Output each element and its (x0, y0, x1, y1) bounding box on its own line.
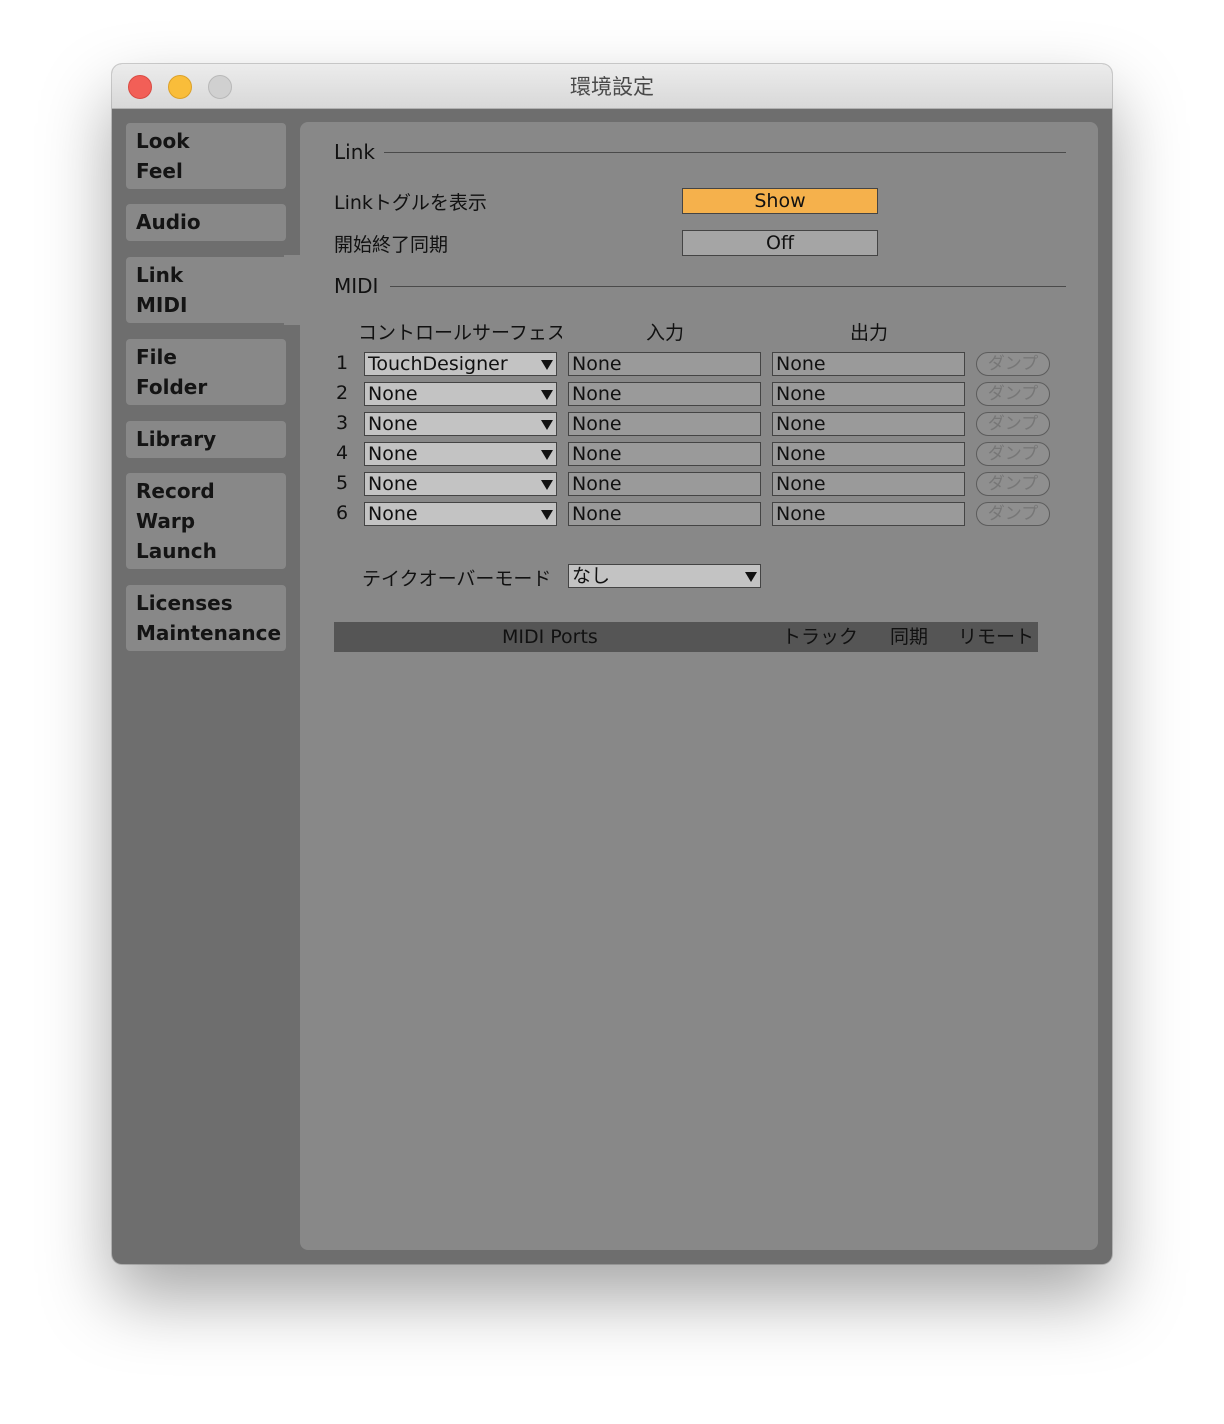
tab-file-folder[interactable]: File Folder (126, 339, 286, 405)
divider (384, 152, 1066, 153)
tab-label: Launch (136, 539, 217, 563)
midi-input-select[interactable]: None (568, 412, 761, 436)
input-column-header: 入力 (646, 322, 685, 344)
tab-label: Licenses (136, 591, 233, 615)
midi-input-select[interactable]: None (568, 442, 761, 466)
midi-ports-header: MIDI Ports (502, 626, 598, 648)
dropdown-arrow-icon (541, 390, 553, 400)
show-link-toggle-button[interactable]: Show (682, 188, 878, 214)
control-surface-select[interactable]: TouchDesigner (364, 352, 557, 376)
select-value: TouchDesigner (368, 353, 508, 375)
tab-label: Look (136, 129, 190, 153)
select-value: None (368, 413, 418, 435)
start-stop-sync-button[interactable]: Off (682, 230, 878, 256)
tab-label: Record (136, 479, 215, 503)
tab-label: Link (136, 263, 184, 287)
midi-output-select[interactable]: None (772, 382, 965, 406)
title-bar: 環境設定 (112, 64, 1112, 109)
preferences-panel: Link Linkトグルを表示 Show 開始終了同期 Off MIDI コント… (300, 122, 1098, 1250)
row-number: 5 (335, 472, 349, 494)
tab-label: Maintenance (136, 621, 282, 645)
tab-label: Feel (136, 159, 183, 183)
track-column-header: トラック (782, 626, 859, 648)
row-number: 4 (335, 442, 349, 464)
output-column-header: 出力 (850, 322, 889, 344)
tab-audio[interactable]: Audio (126, 204, 286, 241)
dump-button[interactable]: ダンプ (976, 382, 1050, 406)
control-surface-column-header: コントロールサーフェス (358, 322, 562, 344)
dump-button[interactable]: ダンプ (976, 502, 1050, 526)
link-section-title: Link (334, 140, 375, 164)
control-surface-select[interactable]: None (364, 442, 557, 466)
select-value: None (368, 473, 418, 495)
tab-library[interactable]: Library (126, 421, 286, 458)
midi-input-select[interactable]: None (568, 352, 761, 376)
control-surface-select[interactable]: None (364, 412, 557, 436)
row-number: 6 (335, 502, 349, 524)
select-value: None (368, 443, 418, 465)
midi-input-select[interactable]: None (568, 502, 761, 526)
dropdown-arrow-icon (541, 360, 553, 370)
divider (390, 286, 1066, 287)
control-surface-select[interactable]: None (364, 502, 557, 526)
dump-button[interactable]: ダンプ (976, 412, 1050, 436)
select-value: None (368, 503, 418, 525)
tab-licenses-maintenance[interactable]: Licenses Maintenance (126, 585, 286, 651)
dropdown-arrow-icon (541, 420, 553, 430)
tab-label: Library (136, 427, 217, 451)
dropdown-arrow-icon (541, 450, 553, 460)
tab-label: Folder (136, 375, 208, 399)
midi-section-title: MIDI (334, 274, 379, 298)
midi-output-select[interactable]: None (772, 352, 965, 376)
tab-look-feel[interactable]: Look Feel (126, 123, 286, 189)
row-number: 1 (335, 352, 349, 374)
tab-link-midi[interactable]: Link MIDI (126, 257, 300, 323)
midi-output-select[interactable]: None (772, 502, 965, 526)
dump-button[interactable]: ダンプ (976, 352, 1050, 376)
row-number: 3 (335, 412, 349, 434)
midi-input-select[interactable]: None (568, 382, 761, 406)
control-surface-select[interactable]: None (364, 472, 557, 496)
midi-output-select[interactable]: None (772, 472, 965, 496)
dropdown-arrow-icon (541, 480, 553, 490)
tab-label: Audio (136, 210, 201, 234)
takeover-mode-select[interactable]: なし (568, 564, 761, 588)
select-value: なし (572, 565, 611, 587)
sync-column-header: 同期 (890, 626, 929, 648)
midi-output-select[interactable]: None (772, 442, 965, 466)
midi-output-select[interactable]: None (772, 412, 965, 436)
midi-ports-table-header: MIDI Ports トラック 同期 リモート (334, 622, 1038, 652)
midi-input-select[interactable]: None (568, 472, 761, 496)
dump-button[interactable]: ダンプ (976, 442, 1050, 466)
control-surface-select[interactable]: None (364, 382, 557, 406)
tab-record-warp-launch[interactable]: Record Warp Launch (126, 473, 286, 569)
dropdown-arrow-icon (541, 510, 553, 520)
dump-button[interactable]: ダンプ (976, 472, 1050, 496)
tab-label: Warp (136, 509, 196, 533)
window-title: 環境設定 (570, 75, 654, 99)
start-stop-sync-label: 開始終了同期 (334, 234, 449, 256)
dropdown-arrow-icon (745, 572, 757, 582)
tab-label: File (136, 345, 177, 369)
tab-label: MIDI (136, 293, 188, 317)
show-link-toggle-label: Linkトグルを表示 (334, 192, 487, 214)
takeover-mode-label: テイクオーバーモード (362, 568, 552, 590)
remote-column-header: リモート (958, 626, 1035, 648)
row-number: 2 (335, 382, 349, 404)
select-value: None (368, 383, 418, 405)
preferences-window: 環境設定 Look Feel Audio Link MIDI File Fold… (112, 64, 1112, 1264)
